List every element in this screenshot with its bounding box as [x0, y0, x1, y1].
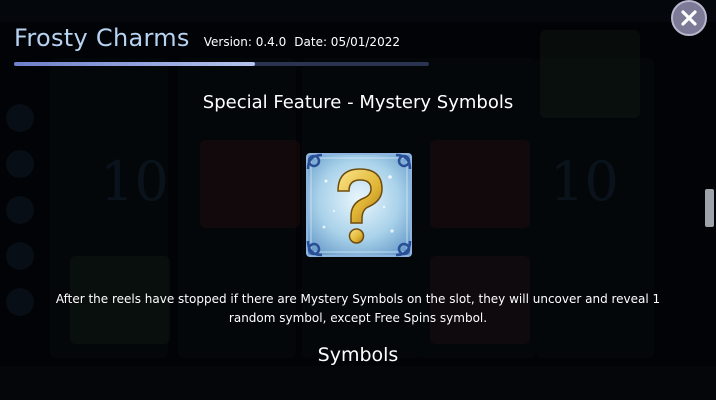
version-label: Version: 0.4.0	[203, 35, 287, 49]
section-title-symbols: Symbols	[317, 344, 399, 366]
help-progress-bar	[14, 62, 429, 66]
game-title: Frosty Charms	[14, 24, 190, 52]
feature-description: After the reels have stopped if there ar…	[55, 292, 661, 325]
help-header: Frosty Charms Version: 0.4.0 Date: 05/01…	[14, 24, 400, 52]
date-label: Date: 05/01/2022	[294, 35, 400, 49]
help-progress-fill	[14, 62, 255, 66]
close-button[interactable]	[671, 0, 707, 36]
question-mark-ice-icon	[306, 153, 412, 257]
section-title-mystery-symbols: Special Feature - Mystery Symbols	[202, 92, 514, 113]
scrollbar-thumb[interactable]	[705, 189, 714, 227]
close-icon	[681, 10, 697, 26]
